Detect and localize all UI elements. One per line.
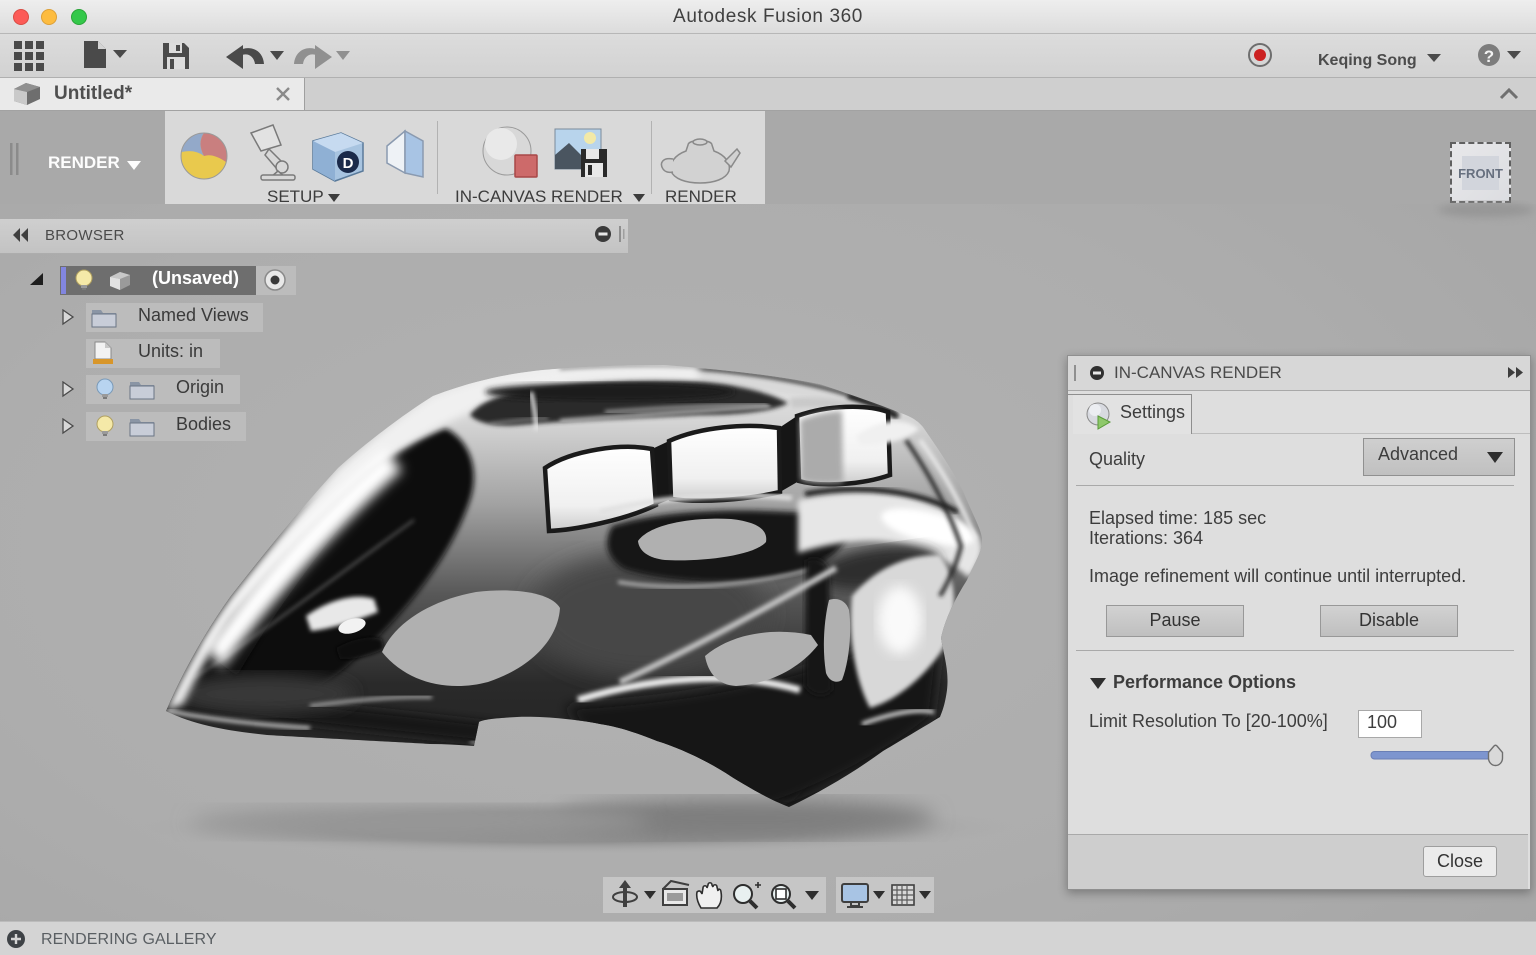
svg-text:D: D xyxy=(343,155,354,172)
svg-text:?: ? xyxy=(1484,47,1494,66)
